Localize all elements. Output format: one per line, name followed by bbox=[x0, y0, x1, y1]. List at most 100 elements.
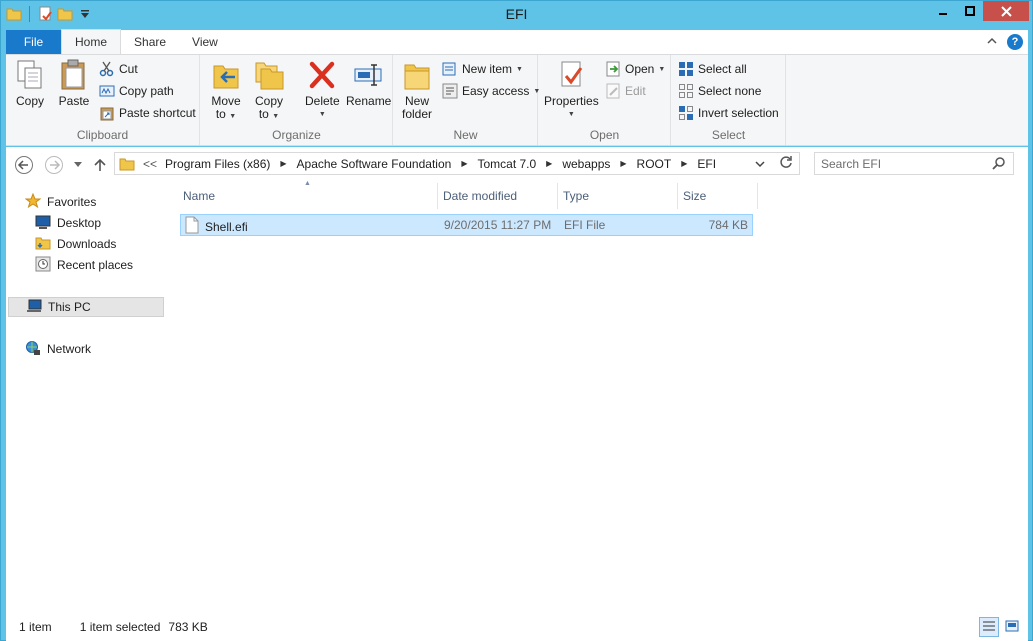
tab-share[interactable]: Share bbox=[121, 30, 179, 54]
ribbon-tabs: File Home Share View ? bbox=[6, 29, 1028, 54]
organize-group-label: Organize bbox=[272, 128, 321, 142]
search-input[interactable]: Search EFI bbox=[814, 152, 1014, 175]
breadcrumb-separator-icon[interactable]: ▶ bbox=[620, 159, 626, 168]
move-to-label-line2: to ▼ bbox=[215, 107, 237, 121]
breadcrumb-separator-icon[interactable]: ▶ bbox=[280, 159, 286, 168]
easy-access-icon bbox=[442, 83, 458, 99]
file-row[interactable]: Shell.efi 9/20/2015 11:27 PM EFI File 78… bbox=[180, 214, 753, 236]
breadcrumb-item[interactable]: Apache Software Foundation bbox=[297, 157, 452, 171]
breadcrumb-item[interactable]: Tomcat 7.0 bbox=[477, 157, 536, 171]
collapse-ribbon-icon[interactable] bbox=[987, 36, 997, 48]
breadcrumb-separator-icon[interactable]: ▶ bbox=[546, 159, 552, 168]
paste-icon bbox=[58, 59, 90, 91]
new-item-icon bbox=[442, 61, 458, 77]
status-selected: 1 item selected bbox=[79, 620, 161, 634]
select-group-label: Select bbox=[711, 128, 746, 142]
nav-network-label: Network bbox=[47, 342, 92, 356]
delete-button[interactable]: Delete ▼ bbox=[305, 59, 340, 121]
rename-icon bbox=[353, 59, 385, 91]
paste-button[interactable]: Paste bbox=[58, 59, 90, 108]
column-header-name[interactable]: Name ▲ bbox=[178, 180, 438, 209]
new-folder-button[interactable]: New folder bbox=[401, 59, 433, 121]
edit-label: Edit bbox=[625, 84, 646, 98]
copy-path-button[interactable]: Copy path bbox=[99, 81, 174, 101]
breadcrumb-item[interactable]: ROOT bbox=[637, 157, 672, 171]
nav-recent-places[interactable]: Recent places bbox=[35, 255, 133, 275]
rename-button[interactable]: Rename bbox=[346, 59, 391, 108]
address-overflow[interactable]: << bbox=[143, 157, 157, 171]
file-size: 784 KB bbox=[708, 218, 748, 232]
paste-shortcut-button[interactable]: Paste shortcut bbox=[99, 103, 196, 123]
invert-selection-label: Invert selection bbox=[698, 106, 779, 120]
copy-path-label: Copy path bbox=[119, 84, 174, 98]
open-label: Open bbox=[625, 62, 655, 76]
nav-downloads[interactable]: Downloads bbox=[35, 234, 116, 254]
refresh-icon[interactable] bbox=[779, 155, 793, 172]
select-all-button[interactable]: Select all bbox=[678, 59, 747, 79]
file-type: EFI File bbox=[564, 218, 606, 232]
breadcrumb-separator-icon[interactable]: ▶ bbox=[461, 159, 467, 168]
cut-button[interactable]: Cut bbox=[99, 59, 138, 79]
tab-file[interactable]: File bbox=[6, 30, 61, 54]
nav-this-pc-label: This PC bbox=[48, 300, 91, 314]
edit-button[interactable]: Edit bbox=[605, 81, 646, 101]
column-header-date-modified[interactable]: Date modified bbox=[438, 183, 558, 209]
breadcrumb-item[interactable]: Program Files (x86) bbox=[165, 157, 270, 171]
open-group: Properties ▼ Open ▼ Edit Open bbox=[539, 55, 671, 145]
address-folder-icon bbox=[119, 156, 135, 172]
minimize-button[interactable] bbox=[929, 1, 956, 21]
downloads-icon bbox=[35, 235, 51, 254]
breadcrumb-item[interactable]: webapps bbox=[562, 157, 610, 171]
nav-network[interactable]: Network bbox=[25, 339, 91, 359]
breadcrumb-separator-icon[interactable]: ▶ bbox=[681, 159, 687, 168]
status-bar: 1 item 1 item selected 783 KB bbox=[6, 613, 1028, 641]
recent-locations-button[interactable] bbox=[68, 155, 88, 175]
select-group: Select all Select none Invert selection … bbox=[672, 55, 786, 145]
up-button[interactable] bbox=[90, 155, 110, 175]
desktop-icon bbox=[35, 214, 51, 233]
file-name-cell: Shell.efi bbox=[185, 216, 248, 237]
tab-view[interactable]: View bbox=[179, 30, 231, 54]
new-item-dropdown-icon: ▼ bbox=[516, 65, 523, 73]
column-header-size[interactable]: Size bbox=[678, 183, 758, 209]
properties-label: Properties bbox=[544, 94, 599, 108]
status-item-count: 1 item bbox=[19, 620, 52, 634]
address-bar[interactable]: << Program Files (x86) ▶ Apache Software… bbox=[114, 152, 800, 175]
chevron-down-icon[interactable] bbox=[755, 157, 765, 171]
maximize-button[interactable] bbox=[956, 1, 983, 21]
details-view-button[interactable] bbox=[979, 617, 999, 637]
tab-home[interactable]: Home bbox=[61, 29, 122, 54]
nav-recent-places-label: Recent places bbox=[57, 258, 134, 272]
column-header-size-label: Size bbox=[683, 189, 707, 203]
copy-path-icon bbox=[99, 83, 115, 99]
recent-places-icon bbox=[35, 256, 51, 275]
copy-to-button[interactable]: Copy to ▼ bbox=[253, 59, 285, 123]
invert-selection-button[interactable]: Invert selection bbox=[678, 103, 779, 123]
window-controls bbox=[929, 1, 1029, 21]
large-icons-view-button[interactable] bbox=[1002, 617, 1022, 637]
forward-button[interactable] bbox=[44, 155, 64, 175]
nav-this-pc[interactable]: This PC bbox=[8, 297, 164, 317]
easy-access-button[interactable]: Easy access ▼ bbox=[442, 81, 540, 101]
sort-ascending-icon: ▲ bbox=[304, 180, 311, 187]
copy-label: Copy bbox=[15, 94, 44, 108]
file-name: Shell.efi bbox=[205, 219, 248, 234]
easy-access-label: Easy access bbox=[462, 84, 530, 98]
open-button[interactable]: Open ▼ bbox=[605, 59, 665, 79]
copy-button[interactable]: Copy bbox=[14, 59, 46, 108]
help-icon[interactable]: ? bbox=[1007, 34, 1023, 50]
nav-desktop[interactable]: Desktop bbox=[35, 213, 101, 233]
close-button[interactable] bbox=[983, 1, 1029, 21]
breadcrumb-item[interactable]: EFI bbox=[697, 157, 716, 171]
move-to-button[interactable]: Move to ▼ bbox=[210, 59, 242, 123]
scissors-icon bbox=[99, 61, 115, 77]
large-icons-view-icon bbox=[1005, 620, 1019, 635]
new-item-button[interactable]: New item ▼ bbox=[442, 59, 523, 79]
nav-favorites[interactable]: Favorites bbox=[24, 192, 96, 212]
select-none-button[interactable]: Select none bbox=[678, 81, 761, 101]
back-button[interactable] bbox=[14, 155, 34, 175]
column-header-type[interactable]: Type bbox=[558, 183, 678, 209]
navigation-bar: << Program Files (x86) ▶ Apache Software… bbox=[6, 147, 1028, 183]
properties-button[interactable]: Properties ▼ bbox=[544, 59, 599, 121]
search-icon[interactable] bbox=[992, 156, 1006, 173]
